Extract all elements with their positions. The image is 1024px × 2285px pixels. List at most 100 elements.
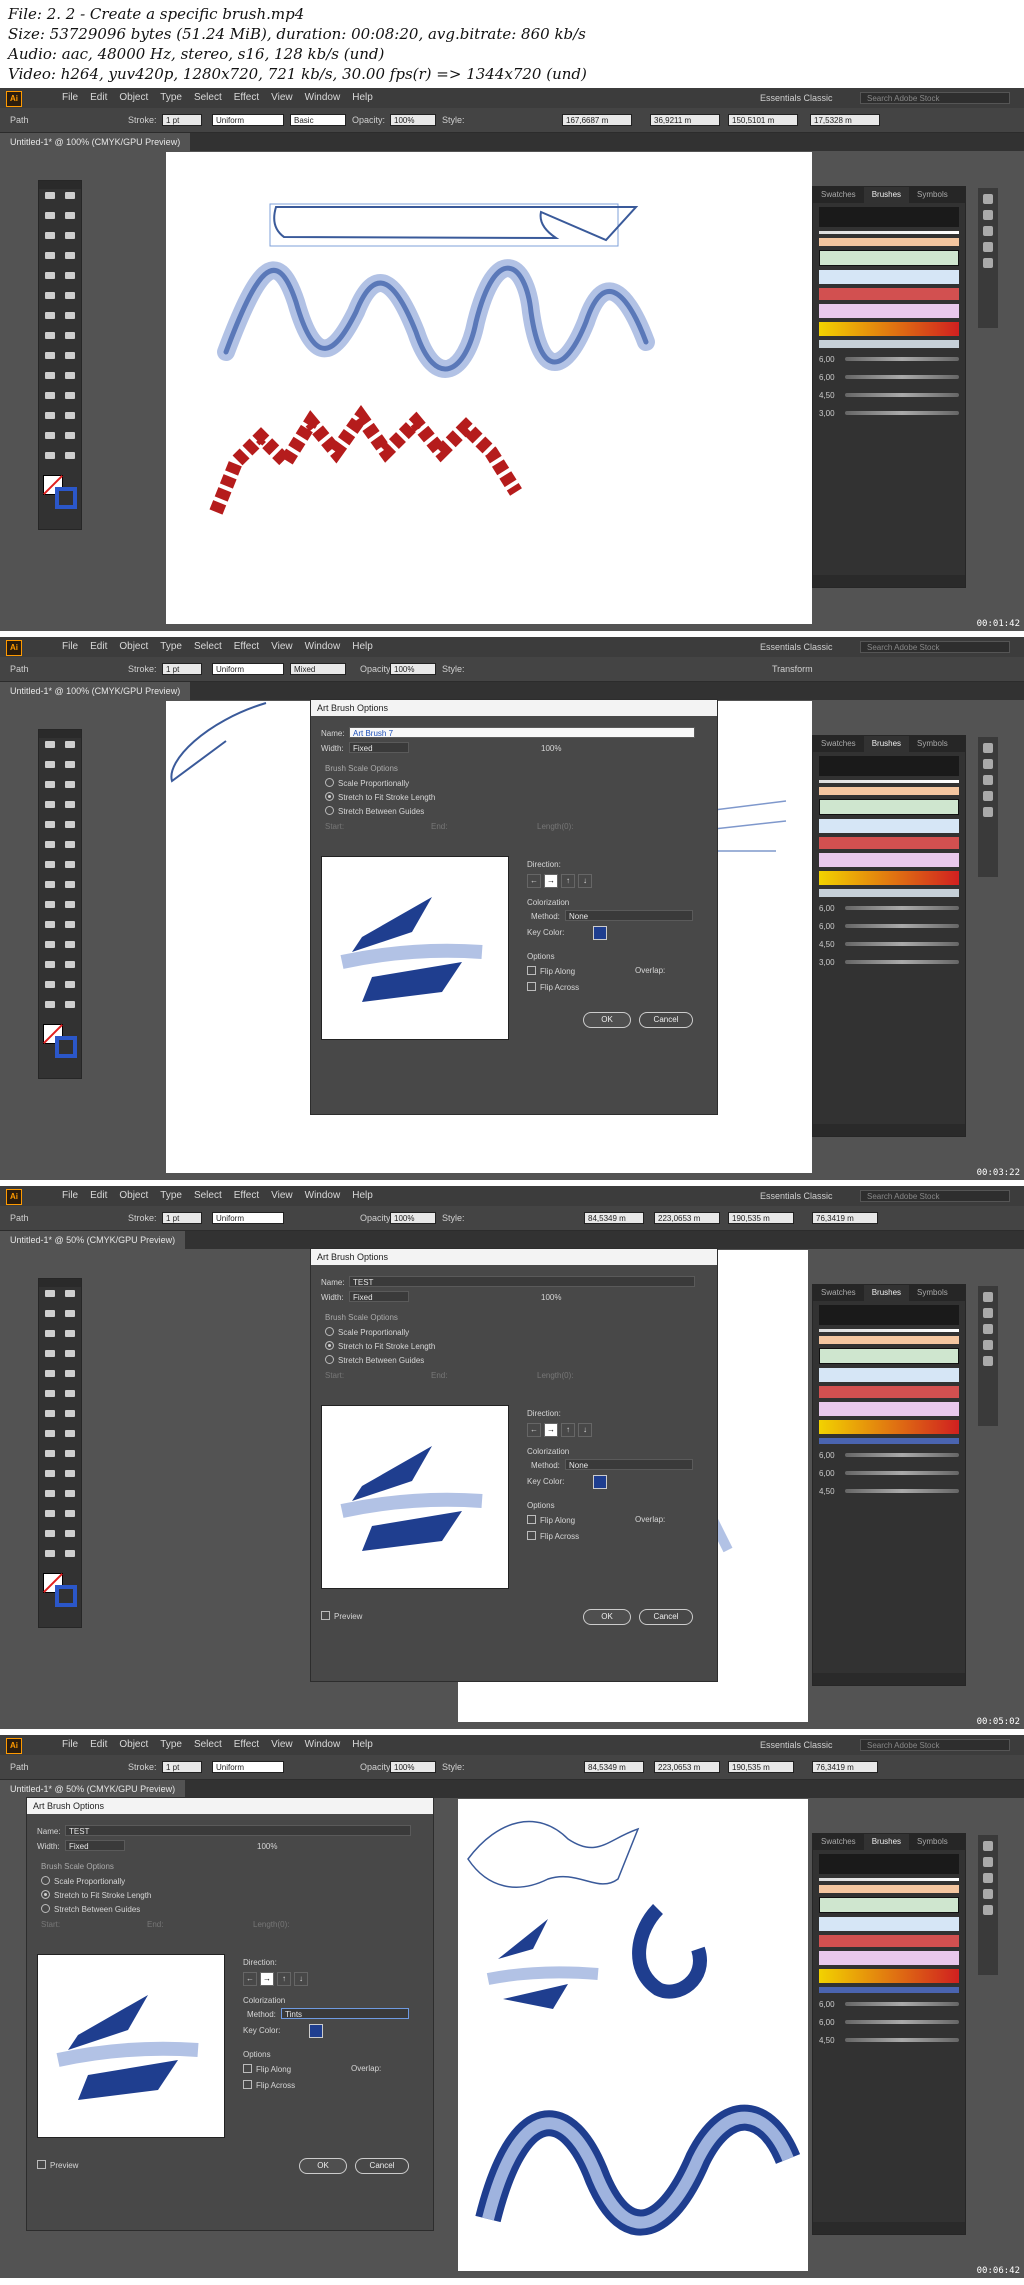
brush-row-test[interactable]: [819, 1438, 959, 1444]
opacity-field[interactable]: 100%: [390, 114, 436, 126]
menu-edit[interactable]: Edit: [84, 88, 113, 108]
brush-row-banner[interactable]: [819, 1348, 959, 1364]
basic-brush-row[interactable]: [819, 780, 959, 783]
pencil-tool-icon[interactable]: [42, 290, 58, 302]
shape-builder-icon[interactable]: [42, 1448, 58, 1460]
direction-right-icon[interactable]: →: [260, 1972, 274, 1986]
graph-tool-icon[interactable]: [62, 1508, 78, 1520]
direction-down-icon[interactable]: ↓: [578, 874, 592, 888]
calligraphic-brush-row[interactable]: [819, 207, 959, 227]
lasso-icon[interactable]: [62, 210, 78, 222]
gradient-tool-icon[interactable]: [62, 370, 78, 382]
width-tool-icon[interactable]: [42, 330, 58, 342]
brush-row-peach[interactable]: [819, 238, 959, 246]
curvature-tool-icon[interactable]: [62, 230, 78, 242]
perspective-grid-icon[interactable]: [62, 1448, 78, 1460]
menu-object[interactable]: Object: [113, 1735, 154, 1755]
stroke-icon[interactable]: [983, 242, 993, 252]
w-field[interactable]: 150,5101 m: [728, 114, 798, 126]
brush-row-red[interactable]: [819, 288, 959, 300]
stretch-between-guides-radio[interactable]: Stretch Between Guides: [41, 1904, 140, 1914]
menu-type[interactable]: Type: [154, 88, 188, 108]
h-field[interactable]: 76,3419 m: [812, 1212, 878, 1224]
mesh-tool-icon[interactable]: [42, 370, 58, 382]
y-field[interactable]: 223,0653 m: [654, 1212, 720, 1224]
document-tab[interactable]: Untitled-1* @ 100% (CMYK/GPU Preview): [0, 133, 191, 151]
direction-left-icon[interactable]: ←: [243, 1972, 257, 1986]
stroke-weight-field[interactable]: 1 pt: [162, 1212, 202, 1224]
layers-icon[interactable]: [983, 759, 993, 769]
fill-stroke-swatch[interactable]: [43, 1024, 77, 1058]
stretch-to-fit-radio[interactable]: Stretch to Fit Stroke Length: [325, 792, 435, 802]
flip-along-checkbox[interactable]: Flip Along: [527, 1515, 575, 1525]
gradient-tool-icon[interactable]: [62, 919, 78, 931]
blend-tool-icon[interactable]: [62, 390, 78, 402]
eraser-tool-icon[interactable]: [62, 839, 78, 851]
stroke-color-icon[interactable]: [55, 487, 77, 509]
stretch-between-guides-radio[interactable]: Stretch Between Guides: [325, 1355, 424, 1365]
menu-file[interactable]: File: [56, 88, 84, 108]
selection-tool-icon[interactable]: [42, 1288, 58, 1300]
tab-symbols[interactable]: Symbols: [909, 736, 956, 752]
menu-object[interactable]: Object: [113, 1186, 154, 1206]
variable-width-select[interactable]: Uniform: [212, 663, 284, 675]
gradient-icon[interactable]: [983, 258, 993, 268]
menu-edit[interactable]: Edit: [84, 1186, 113, 1206]
document-tab[interactable]: Untitled-1* @ 100% (CMYK/GPU Preview): [0, 682, 191, 700]
brush-row-gray[interactable]: [819, 889, 959, 897]
method-select[interactable]: None: [565, 910, 693, 921]
brush-row-blue[interactable]: [819, 270, 959, 284]
direction-left-icon[interactable]: ←: [527, 874, 541, 888]
key-color-swatch[interactable]: [309, 2024, 323, 2038]
direct-selection-tool-icon[interactable]: [62, 1288, 78, 1300]
brush-row-red[interactable]: [819, 1935, 959, 1947]
brush-size-row-2[interactable]: 6,00: [819, 2015, 959, 2029]
width-select[interactable]: Fixed: [349, 1291, 409, 1302]
transform-label[interactable]: Transform: [772, 657, 813, 681]
blend-tool-icon[interactable]: [62, 1488, 78, 1500]
opacity-field[interactable]: 100%: [390, 663, 436, 675]
calligraphic-brush-row[interactable]: [819, 1854, 959, 1874]
blend-tool-icon[interactable]: [62, 939, 78, 951]
properties-icon[interactable]: [983, 1292, 993, 1302]
scale-tool-icon[interactable]: [62, 1408, 78, 1420]
slice-tool-icon[interactable]: [62, 1528, 78, 1540]
eraser-tool-icon[interactable]: [62, 290, 78, 302]
properties-icon[interactable]: [983, 743, 993, 753]
variable-width-select[interactable]: Uniform: [212, 1761, 284, 1773]
brush-size-row-2[interactable]: 6,00: [819, 919, 959, 933]
gradient-icon[interactable]: [983, 1356, 993, 1366]
menu-type[interactable]: Type: [154, 1186, 188, 1206]
layers-icon[interactable]: [983, 1857, 993, 1867]
direction-right-icon[interactable]: →: [544, 1423, 558, 1437]
brush-row-banner[interactable]: [819, 250, 959, 266]
properties-icon[interactable]: [983, 194, 993, 204]
fill-stroke-swatch[interactable]: [43, 1573, 77, 1607]
brush-size-row-2[interactable]: 6,00: [819, 1466, 959, 1480]
menu-view[interactable]: View: [265, 1735, 299, 1755]
scale-proportionally-radio[interactable]: Scale Proportionally: [325, 778, 409, 788]
lasso-icon[interactable]: [62, 759, 78, 771]
stroke-icon[interactable]: [983, 1889, 993, 1899]
fill-stroke-swatch[interactable]: [43, 475, 77, 509]
scale-tool-icon[interactable]: [62, 310, 78, 322]
basic-brush-row[interactable]: [819, 231, 959, 234]
selection-tool-icon[interactable]: [42, 739, 58, 751]
menu-effect[interactable]: Effect: [228, 88, 265, 108]
name-input[interactable]: Art Brush 7: [349, 727, 695, 738]
cancel-button[interactable]: Cancel: [639, 1012, 693, 1028]
ok-button[interactable]: OK: [583, 1609, 631, 1625]
libraries-icon[interactable]: [983, 775, 993, 785]
eyedropper-icon[interactable]: [42, 390, 58, 402]
menu-help[interactable]: Help: [346, 1186, 379, 1206]
h-field[interactable]: 76,3419 m: [812, 1761, 878, 1773]
brush-size-row-3[interactable]: 4,50: [819, 937, 959, 951]
line-tool-icon[interactable]: [62, 1348, 78, 1360]
tab-symbols[interactable]: Symbols: [909, 1285, 956, 1301]
eraser-tool-icon[interactable]: [62, 1388, 78, 1400]
opacity-field[interactable]: 100%: [390, 1212, 436, 1224]
menu-type[interactable]: Type: [154, 1735, 188, 1755]
mesh-tool-icon[interactable]: [42, 919, 58, 931]
menu-object[interactable]: Object: [113, 637, 154, 657]
direction-up-icon[interactable]: ↑: [277, 1972, 291, 1986]
